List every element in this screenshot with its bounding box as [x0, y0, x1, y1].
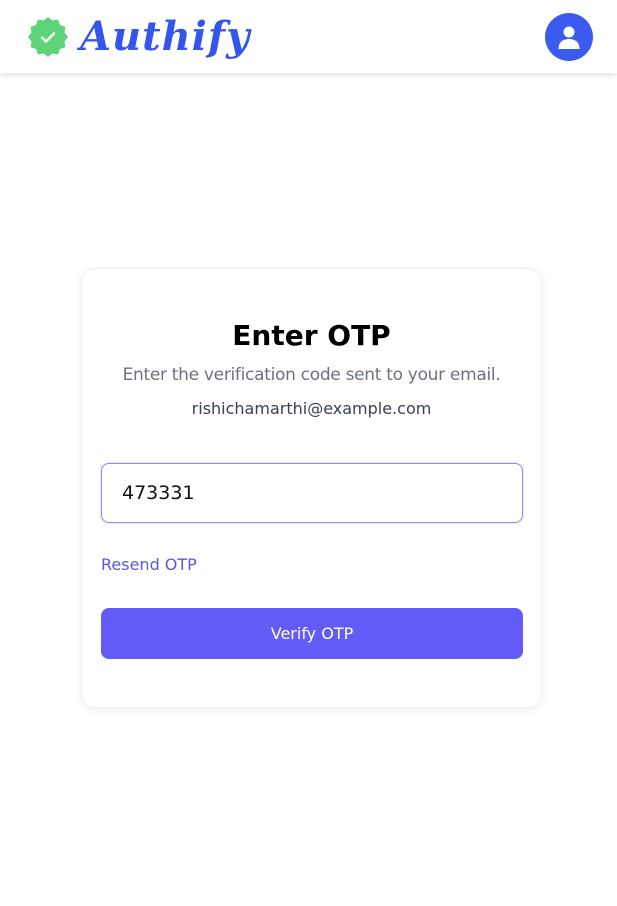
instruction-text: Enter the verification code sent to your… [122, 365, 501, 385]
profile-button[interactable] [545, 13, 593, 61]
brand-name: Authify [80, 13, 251, 60]
brand-logo[interactable]: Authify [28, 12, 250, 62]
otp-card: Enter OTP Enter the verification code se… [81, 268, 542, 708]
email-address: rishichamarthi@example.com [191, 399, 432, 418]
verify-otp-button[interactable]: Verify OTP [101, 608, 523, 659]
otp-input[interactable] [101, 463, 523, 523]
page-title: Enter OTP [232, 319, 391, 352]
user-icon [558, 26, 580, 49]
navbar: Authify [0, 0, 617, 73]
resend-otp-link[interactable]: Resend OTP [101, 555, 197, 574]
verified-badge-icon [28, 17, 68, 57]
